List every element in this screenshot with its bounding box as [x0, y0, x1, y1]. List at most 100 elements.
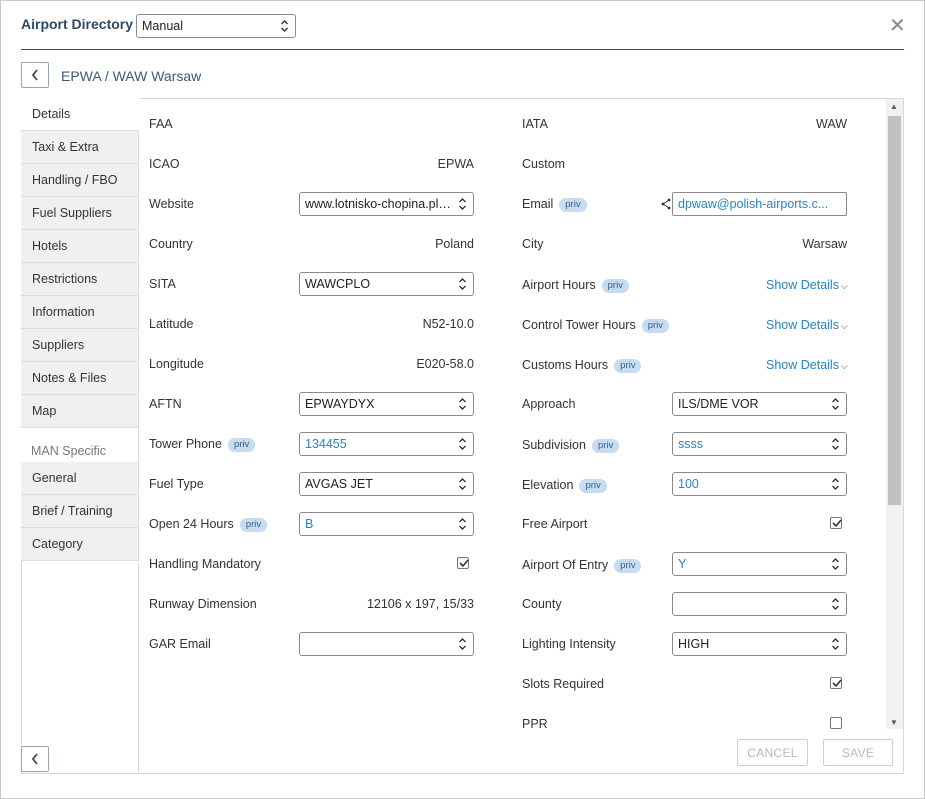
open24-label: Open 24 Hours priv — [149, 517, 268, 532]
mode-select[interactable]: Manual — [136, 14, 296, 38]
open24-select[interactable]: B — [299, 512, 474, 536]
sidebar-item-suppliers[interactable]: Suppliers — [21, 329, 139, 362]
footer-back-button[interactable] — [21, 746, 49, 772]
aftn-select[interactable]: EPWAYDYX — [299, 392, 474, 416]
sidebar-item-fuel-suppliers[interactable]: Fuel Suppliers — [21, 197, 139, 230]
chevron-updown-icon — [281, 20, 288, 32]
chevron-left-icon — [31, 69, 38, 81]
subdivision-label-text: Subdivision — [522, 438, 586, 452]
subdivision-value: ssss — [678, 437, 703, 451]
email-label: Email priv — [522, 197, 587, 212]
control-tower-hours-label: Control Tower Hours priv — [522, 318, 670, 333]
email-label-text: Email — [522, 197, 554, 211]
airport-hours-show-details[interactable]: Show Details ⌵ — [766, 278, 848, 292]
tower-phone-value: 134455 — [305, 437, 347, 451]
city-value: Warsaw — [802, 237, 847, 251]
county-select[interactable] — [672, 592, 847, 616]
save-button[interactable]: SAVE — [823, 739, 893, 766]
lighting-intensity-select[interactable]: HIGH — [672, 632, 847, 656]
checkmark-icon — [832, 679, 842, 688]
customs-hours-label: Customs Hours priv — [522, 358, 642, 373]
sita-value: WAWCPLO — [305, 277, 371, 291]
open24-value: B — [305, 517, 314, 531]
chevron-updown-icon — [832, 398, 839, 410]
free-airport-checkbox[interactable] — [830, 517, 842, 529]
website-select[interactable]: www.lotnisko-chopina.pl/... — [299, 192, 474, 216]
faa-label: FAA — [149, 117, 173, 131]
aftn-value: EPWAYDYX — [305, 397, 375, 411]
sidebar-item-general[interactable]: General — [21, 462, 139, 495]
aftn-label: AFTN — [149, 397, 182, 411]
open24-label-text: Open 24 Hours — [149, 517, 234, 531]
scroll-down-icon[interactable]: ▼ — [890, 718, 898, 727]
breadcrumb: EPWA / WAW Warsaw — [61, 68, 202, 84]
fuel-type-value: AVGAS JET — [305, 477, 373, 491]
handling-mandatory-checkbox[interactable] — [457, 557, 469, 569]
lighting-intensity-value: HIGH — [678, 637, 710, 651]
chevron-left-icon — [31, 753, 38, 765]
chevron-updown-icon — [459, 278, 466, 290]
fuel-type-label: Fuel Type — [149, 477, 204, 491]
close-icon[interactable]: ✕ — [889, 16, 906, 36]
chevron-updown-icon — [459, 518, 466, 530]
chevron-updown-icon — [459, 398, 466, 410]
ppr-checkbox[interactable] — [830, 717, 842, 729]
subdivision-select[interactable]: ssss — [672, 432, 847, 456]
lighting-intensity-label: Lighting Intensity — [522, 637, 616, 651]
email-input[interactable]: dpwaw@polish-airports.c... — [672, 192, 847, 216]
airport-of-entry-select[interactable]: Y — [672, 552, 847, 576]
runway-dimension-label: Runway Dimension — [149, 597, 257, 611]
customs-hours-show-details[interactable]: Show Details ⌵ — [766, 358, 848, 372]
scrollbar[interactable]: ▲ ▼ — [886, 99, 903, 729]
chevron-updown-icon — [832, 598, 839, 610]
airport-hours-label-text: Airport Hours — [522, 278, 596, 292]
back-button[interactable] — [21, 62, 49, 88]
show-details-label: Show Details — [766, 318, 839, 332]
slots-required-label: Slots Required — [522, 677, 604, 691]
header-divider — [21, 49, 904, 50]
sidebar-divider — [138, 563, 139, 774]
sidebar-item-handling-fbo[interactable]: Handling / FBO — [21, 164, 139, 197]
chevron-updown-icon — [459, 198, 466, 210]
share-icon[interactable] — [661, 198, 671, 210]
iata-label: IATA — [522, 117, 548, 131]
sidebar-item-hotels[interactable]: Hotels — [21, 230, 139, 263]
scroll-up-icon[interactable]: ▲ — [890, 102, 898, 111]
sidebar-item-restrictions[interactable]: Restrictions — [21, 263, 139, 296]
sidebar-item-taxi-extra[interactable]: Taxi & Extra — [21, 131, 139, 164]
approach-select[interactable]: ILS/DME VOR — [672, 392, 847, 416]
custom-label: Custom — [522, 157, 566, 171]
city-label: City — [522, 237, 544, 251]
sidebar-item-brief-training[interactable]: Brief / Training — [21, 495, 139, 528]
tower-phone-select[interactable]: 134455 — [299, 432, 474, 456]
scrollbar-thumb[interactable] — [888, 116, 901, 505]
slots-required-checkbox[interactable] — [830, 677, 842, 689]
gar-email-label: GAR Email — [149, 637, 211, 651]
chevron-updown-icon — [459, 438, 466, 450]
tower-phone-label-text: Tower Phone — [149, 437, 222, 451]
elevation-select[interactable]: 100 — [672, 472, 847, 496]
customs-hours-label-text: Customs Hours — [522, 358, 609, 372]
gar-email-select[interactable] — [299, 632, 474, 656]
latitude-label: Latitude — [149, 317, 194, 331]
longitude-value: E020-58.0 — [416, 357, 474, 371]
sidebar-item-notes-files[interactable]: Notes & Files — [21, 362, 139, 395]
ppr-label: PPR — [522, 717, 548, 731]
country-value: Poland — [435, 237, 474, 251]
elevation-label: Elevation priv — [522, 478, 607, 493]
dialog-title: Airport Directory — [21, 16, 134, 32]
sidebar-item-category[interactable]: Category — [21, 528, 139, 561]
sidebar-item-map[interactable]: Map — [21, 395, 139, 428]
airport-of-entry-label: Airport Of Entry priv — [522, 558, 642, 573]
sidebar-nav: Details Taxi & Extra Handling / FBO Fuel… — [21, 98, 139, 561]
chevron-down-icon: ⌵ — [840, 321, 848, 331]
control-tower-hours-show-details[interactable]: Show Details ⌵ — [766, 318, 848, 332]
cancel-button[interactable]: CANCEL — [737, 739, 808, 766]
sita-select[interactable]: WAWCPLO — [299, 272, 474, 296]
latitude-value: N52-10.0 — [422, 317, 474, 331]
fuel-type-select[interactable]: AVGAS JET — [299, 472, 474, 496]
sidebar-item-details[interactable]: Details — [21, 98, 139, 131]
website-label: Website — [149, 197, 194, 211]
airport-hours-label: Airport Hours priv — [522, 278, 629, 293]
sidebar-item-information[interactable]: Information — [21, 296, 139, 329]
